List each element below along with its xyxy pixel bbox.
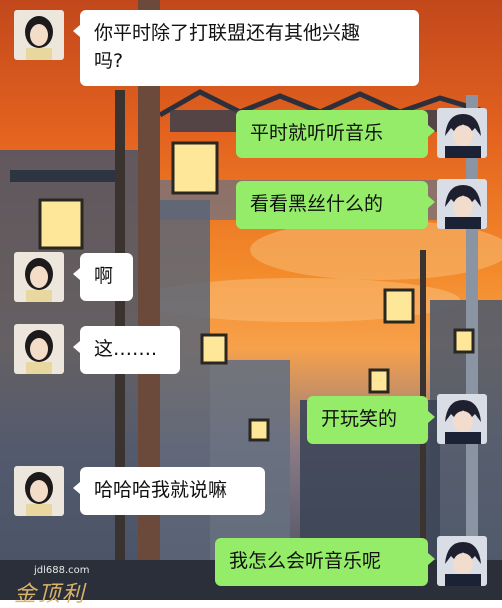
my-avatar[interactable]	[437, 108, 487, 158]
site-watermark: jdl688.com 金顶利	[4, 562, 144, 607]
my-avatar[interactable]	[437, 179, 487, 229]
message-bubble-7[interactable]: 哈哈哈我就说嘛	[73, 467, 265, 515]
contact-avatar[interactable]	[14, 10, 64, 60]
my-avatar[interactable]	[437, 394, 487, 444]
message-bubble-4[interactable]: 啊	[73, 253, 133, 301]
message-bubble-2[interactable]: 平时就听听音乐	[236, 110, 435, 158]
contact-avatar[interactable]	[14, 324, 64, 374]
message-bubble-6[interactable]: 开玩笑的	[307, 396, 435, 444]
contact-avatar[interactable]	[14, 252, 64, 302]
watermark-logo-text: 金顶利	[14, 582, 87, 607]
my-avatar[interactable]	[437, 536, 487, 586]
message-bubble-8[interactable]: 我怎么会听音乐呢	[215, 538, 435, 586]
contact-avatar[interactable]	[14, 466, 64, 516]
watermark-url: jdl688.com	[34, 565, 90, 576]
message-bubble-5[interactable]: 这…….	[73, 326, 180, 374]
message-bubble-1[interactable]: 你平时除了打联盟还有其他兴趣 吗?	[73, 10, 419, 86]
message-bubble-3[interactable]: 看看黑丝什么的	[236, 181, 435, 229]
